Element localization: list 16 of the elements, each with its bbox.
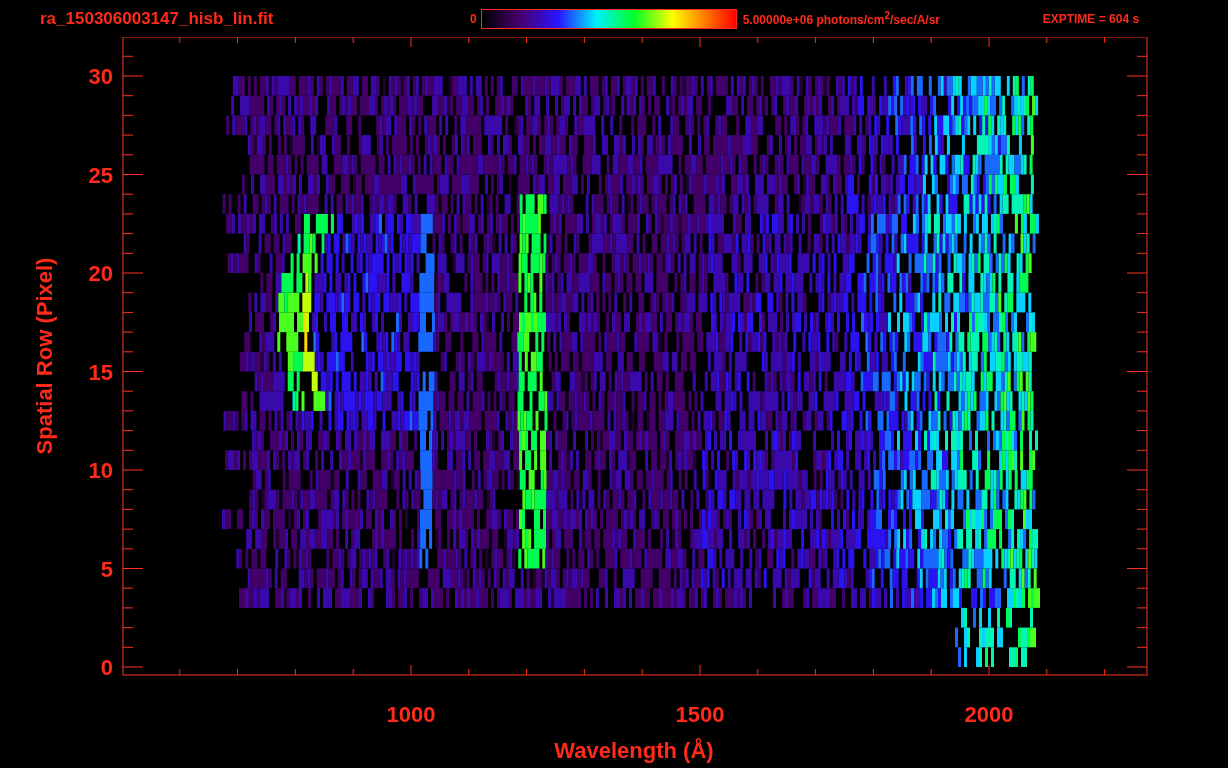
exposure-time: EXPTIME = 604 s	[1042, 11, 1140, 26]
x-axis-label: Wavelength (Å)	[554, 738, 714, 763]
colorbar-max-label: 5.00000e+06 photons/cm$^{2}$/sec/A/sr	[742, 10, 942, 27]
x-tick-label: 1000	[386, 702, 436, 727]
y-tick-label: 30	[88, 64, 113, 89]
file-title: ra_150306003147_hisb_lin.fit	[40, 8, 275, 29]
y-tick-label: 5	[100, 556, 113, 582]
x-tick-label: 1500	[675, 702, 725, 727]
y-tick-label: 20	[88, 261, 113, 286]
y-axis-label: Spatial Row (Pixel)	[32, 257, 57, 455]
y-tick-label: 0	[100, 655, 113, 680]
x-tick-label: 2000	[964, 702, 1014, 727]
y-tick-label: 25	[88, 162, 113, 188]
y-tick-label: 15	[88, 359, 113, 385]
colorbar-min-label: 0	[470, 11, 477, 26]
y-tick-label: 10	[88, 458, 113, 483]
